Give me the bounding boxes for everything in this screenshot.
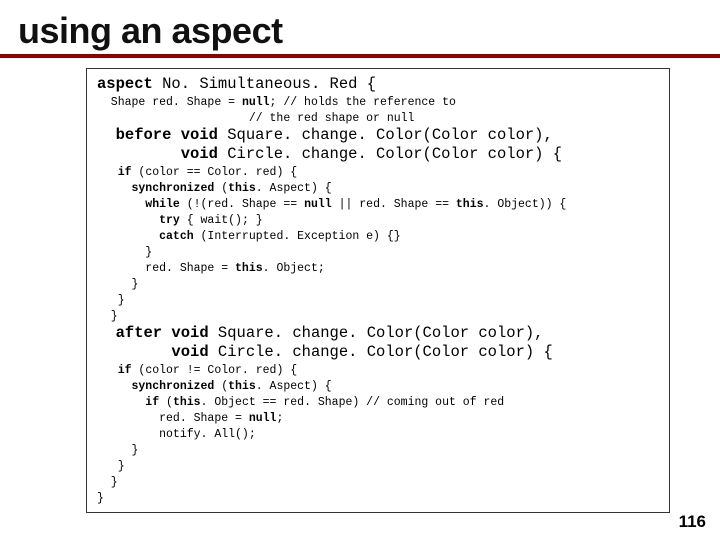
kw-synchronized: synchronized <box>97 182 214 195</box>
code-text: (Interrupted. Exception e) {} <box>194 230 401 243</box>
code-text: ( <box>214 380 228 393</box>
code-text: // the red shape or null <box>97 112 414 125</box>
code-text: red. Shape = <box>97 412 249 425</box>
kw-before-void: before void <box>97 126 218 144</box>
kw-this: this <box>228 380 256 393</box>
code-text: ; // holds the reference to <box>270 96 456 109</box>
code-text: } <box>97 492 104 505</box>
code-text: } <box>97 444 138 457</box>
kw-this: this <box>456 198 484 211</box>
kw-while: while <box>97 198 180 211</box>
code-text: No. Simultaneous. Red { <box>153 75 376 93</box>
kw-catch: catch <box>97 230 194 243</box>
kw-null: null <box>242 96 270 109</box>
title-rule <box>0 54 720 58</box>
code-text: Shape red. Shape = <box>97 96 242 109</box>
kw-this: this <box>228 182 256 195</box>
kw-synchronized: synchronized <box>97 380 214 393</box>
kw-null: null <box>304 198 332 211</box>
code-text: } <box>97 294 125 307</box>
code-text: } <box>97 246 152 259</box>
code-text: Square. change. Color(Color color), <box>218 126 553 144</box>
kw-if: if <box>97 364 132 377</box>
code-text: ; <box>276 412 283 425</box>
kw-aspect: aspect <box>97 75 153 93</box>
code-text: (color == Color. red) { <box>132 166 298 179</box>
code-text: Circle. change. Color(Color color) { <box>218 145 562 163</box>
code-text: } <box>97 460 125 473</box>
code-text: . Aspect) { <box>256 380 332 393</box>
page-number: 116 <box>679 512 706 532</box>
code-text: red. Shape = <box>97 262 235 275</box>
kw-if: if <box>97 396 159 409</box>
code-text: ( <box>214 182 228 195</box>
kw-this: this <box>235 262 263 275</box>
kw-if: if <box>97 166 132 179</box>
code-text: } <box>97 310 118 323</box>
code-text: . Object; <box>263 262 325 275</box>
code-text: } <box>97 476 118 489</box>
kw-after-void: after void <box>97 324 209 342</box>
kw-void: void <box>97 145 218 163</box>
code-text: } <box>97 278 138 291</box>
code-text: Square. change. Color(Color color), <box>209 324 544 342</box>
code-text: notify. All(); <box>97 428 256 441</box>
code-text: . Object)) { <box>484 198 567 211</box>
code-text: { wait(); } <box>180 214 263 227</box>
kw-null: null <box>249 412 277 425</box>
code-text: ( <box>159 396 173 409</box>
code-text: . Object == red. Shape) // coming out of… <box>201 396 505 409</box>
code-text: (color != Color. red) { <box>132 364 298 377</box>
kw-try: try <box>97 214 180 227</box>
code-block: aspect No. Simultaneous. Red { Shape red… <box>86 68 670 513</box>
code-text: || red. Shape == <box>332 198 456 211</box>
kw-void: void <box>97 343 209 361</box>
code-text: . Aspect) { <box>256 182 332 195</box>
code-text: Circle. change. Color(Color color) { <box>209 343 553 361</box>
kw-this: this <box>173 396 201 409</box>
code-text: (!(red. Shape == <box>180 198 304 211</box>
slide-title: using an aspect <box>18 10 702 52</box>
